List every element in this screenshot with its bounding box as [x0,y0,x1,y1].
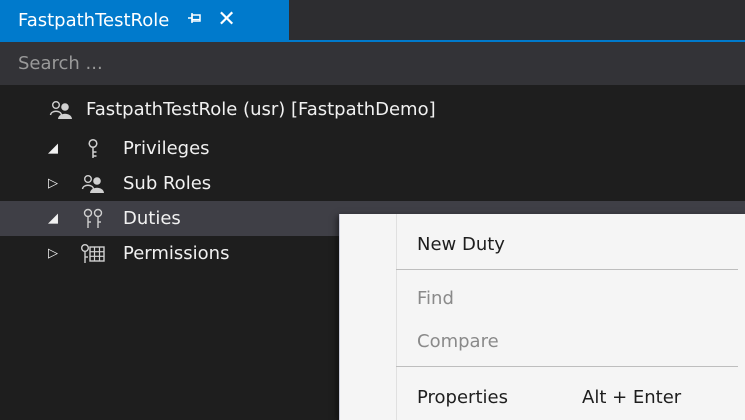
tree-node-sub-roles[interactable]: ▷ Sub Roles [0,166,745,201]
collapsed-arrow-icon[interactable]: ▷ [44,175,62,193]
privilege-icon [80,138,106,160]
menu-item-label: New Duty [417,233,505,255]
role-icon [48,99,74,121]
pin-icon[interactable] [187,10,203,30]
search-input[interactable]: Search ... [0,42,745,85]
menu-item-label: Compare [417,330,499,352]
role-icon [80,173,106,195]
context-menu-icon-gutter [340,214,397,420]
menu-item-find[interactable]: Find [396,275,745,321]
tree-node-privileges[interactable]: ◢ Privileges [0,131,745,166]
document-tab-bar: FastpathTestRole ✕ [0,0,745,40]
tree-root-label: FastpathTestRole (usr) [FastpathDemo] [86,99,436,120]
menu-separator [396,269,738,270]
tree-node-label: Permissions [123,243,230,264]
menu-item-new-duty[interactable]: New Duty [396,221,745,267]
tree-node-label: Duties [123,208,181,229]
menu-separator [396,366,738,367]
menu-item-shortcut: Alt + Enter [582,386,682,408]
menu-item-label: Properties [417,386,508,408]
tab-title: FastpathTestRole [18,9,170,31]
expanded-arrow-icon[interactable]: ◢ [44,210,62,228]
tree-root-row[interactable]: FastpathTestRole (usr) [FastpathDemo] [0,92,745,127]
close-icon[interactable]: ✕ [217,9,235,31]
expanded-arrow-icon[interactable]: ◢ [44,140,62,158]
menu-item-compare[interactable]: Compare [396,318,745,364]
permission-icon [80,243,106,265]
duty-icon [80,208,106,230]
collapsed-arrow-icon[interactable]: ▷ [44,245,62,263]
menu-item-properties[interactable]: Properties Alt + Enter [396,374,745,420]
tree-node-label: Privileges [123,138,210,159]
search-placeholder: Search ... [18,53,103,74]
menu-item-label: Find [417,287,454,309]
tab-fastpath-test-role[interactable]: FastpathTestRole ✕ [0,0,289,40]
context-menu: New Duty Find Compare Properties Alt + E… [339,214,745,420]
tree-node-label: Sub Roles [123,173,212,194]
